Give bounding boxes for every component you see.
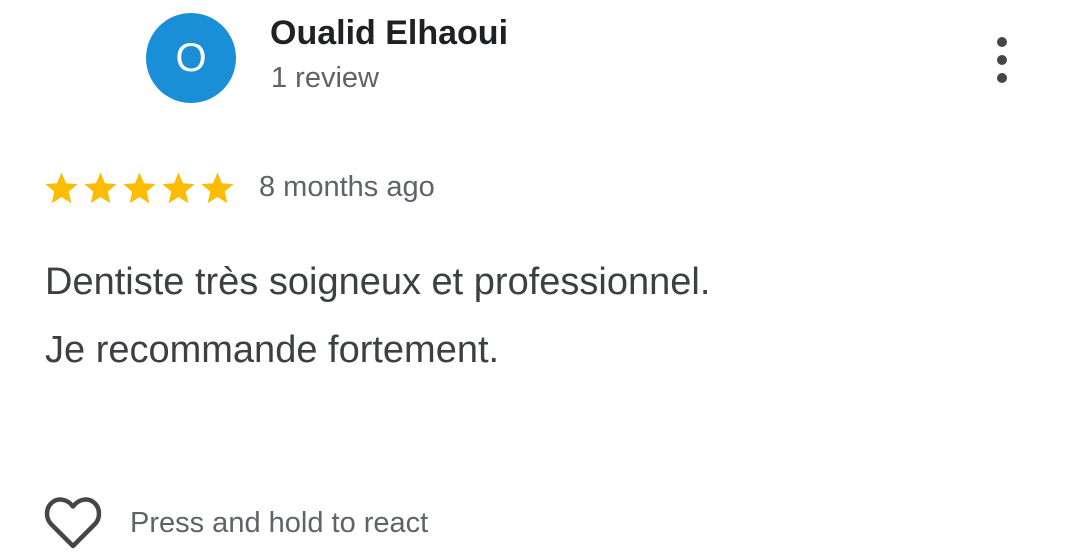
- avatar-initial: O: [175, 36, 207, 80]
- review-text-line: Dentiste très soigneux et professionnel.: [45, 261, 711, 303]
- star-icon: [123, 172, 156, 204]
- react-button[interactable]: Press and hold to react: [44, 496, 428, 550]
- star-icon: [201, 172, 234, 204]
- more-vert-icon-dot: [997, 73, 1007, 83]
- star-icon: [84, 172, 117, 204]
- reviewer-review-count: 1 review: [271, 62, 379, 94]
- more-options-button[interactable]: [980, 30, 1024, 90]
- review-time: 8 months ago: [259, 171, 435, 203]
- avatar[interactable]: O: [146, 13, 236, 103]
- star-icon: [162, 172, 195, 204]
- react-label: Press and hold to react: [130, 506, 429, 539]
- star-rating: [43, 170, 236, 207]
- reviewer-name[interactable]: Oualid Elhaoui: [270, 14, 508, 53]
- heart-outline-icon: [44, 497, 102, 549]
- more-vert-icon-dot: [997, 37, 1007, 47]
- star-icon: [45, 172, 78, 204]
- review-text-line: Je recommande fortement.: [45, 329, 500, 371]
- more-vert-icon-dot: [997, 55, 1007, 65]
- review-text: Dentiste très soigneux et professionnel.…: [45, 248, 1045, 384]
